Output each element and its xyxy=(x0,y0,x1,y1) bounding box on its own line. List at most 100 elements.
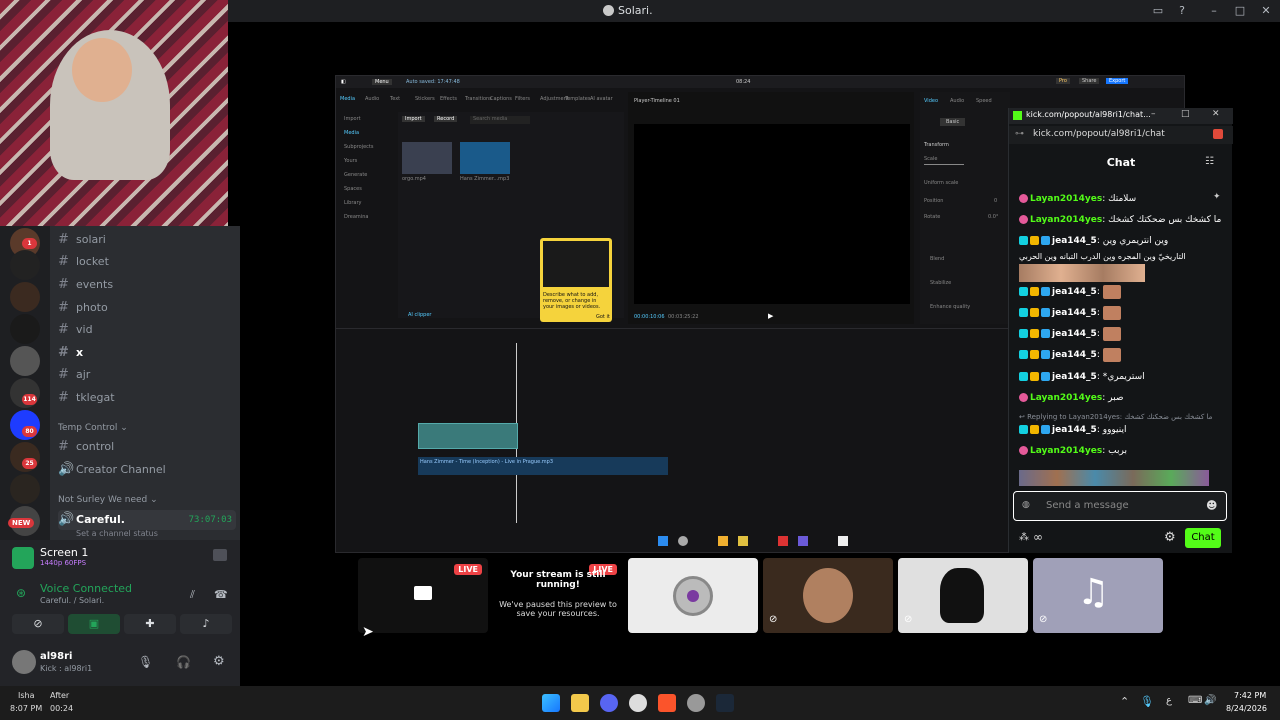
media-thumb-video[interactable] xyxy=(402,142,452,174)
pro-badge[interactable]: Pro xyxy=(1056,78,1070,84)
share-button[interactable]: Share xyxy=(1079,78,1100,84)
tray-mic-icon[interactable]: 🎙 xyxy=(1140,695,1154,708)
chat-message[interactable]: jea144_5: xyxy=(1019,283,1229,301)
stream-tile-paused[interactable]: LIVE Your stream is still running! We've… xyxy=(493,558,623,633)
video-clip[interactable] xyxy=(418,423,518,449)
chat-close-button[interactable]: ✕ xyxy=(1212,109,1220,119)
camera-button[interactable]: ⊘ xyxy=(12,614,64,634)
brave-icon[interactable] xyxy=(658,694,676,712)
chat-minimize-button[interactable]: – xyxy=(1151,109,1156,119)
tray-chevron-icon[interactable]: ⌃ xyxy=(1120,695,1129,708)
discord-icon[interactable] xyxy=(600,694,618,712)
soundboard-button[interactable]: ♪ xyxy=(180,614,232,634)
editor-left-menu-item[interactable]: Media xyxy=(344,130,359,136)
chat-send-button[interactable]: Chat xyxy=(1185,528,1221,548)
start-button[interactable] xyxy=(542,694,560,712)
network-icon[interactable]: ⌨ xyxy=(1188,695,1202,706)
editor-left-menu-item[interactable]: Import xyxy=(344,116,361,122)
channel-locket[interactable]: # locket xyxy=(58,252,236,272)
editor-tab[interactable]: Effects xyxy=(440,96,457,102)
editor-tab[interactable]: Audio xyxy=(365,96,379,102)
avatar[interactable] xyxy=(12,650,36,674)
editor-tab[interactable]: AI avatar xyxy=(590,96,613,102)
noise-suppression-icon[interactable]: ⫽ xyxy=(190,588,195,602)
stop-share-icon[interactable] xyxy=(213,549,227,561)
export-button[interactable]: Export xyxy=(1106,78,1129,84)
channel-status[interactable]: Set a channel status xyxy=(76,529,158,538)
chat-message[interactable]: Layan2014yes: بربب xyxy=(1019,442,1229,460)
chat-input[interactable]: ◍ Send a message ☻ xyxy=(1013,491,1227,521)
category-temp-control[interactable]: Temp Control ⌄ xyxy=(58,423,128,433)
share-screen-button[interactable]: ▣ xyxy=(68,614,120,634)
prop-tab-video[interactable]: Video xyxy=(924,98,938,104)
clock-date[interactable]: 8/24/2026 xyxy=(1226,704,1267,713)
editor-tab[interactable]: Stickers xyxy=(415,96,435,102)
channel-creator[interactable]: 🔊 Creator Channel xyxy=(58,460,236,480)
channel-ajr[interactable]: # ajr xyxy=(58,365,236,385)
prop-tab-speed[interactable]: Speed xyxy=(976,98,992,104)
channel-tklegat[interactable]: # tklegat xyxy=(58,388,236,408)
editor-tab[interactable]: Text xyxy=(390,96,400,102)
site-info-icon[interactable]: ⊶ xyxy=(1015,129,1024,139)
import-button[interactable]: Import xyxy=(402,116,425,122)
scale-slider[interactable] xyxy=(924,164,964,165)
close-button[interactable]: ✕ xyxy=(1258,3,1274,19)
audio-clip[interactable]: Hans Zimmer - Time (Inception) - Live in… xyxy=(418,457,668,475)
inbox-icon[interactable]: ▭ xyxy=(1150,3,1166,19)
chat-message[interactable]: Layan2014yes: صبر xyxy=(1019,389,1229,407)
help-icon[interactable]: ? xyxy=(1174,3,1190,19)
category-not-surley[interactable]: Not Surley We need ⌄ xyxy=(58,495,158,505)
brave-shield-icon[interactable] xyxy=(1213,129,1223,139)
editor-tab[interactable]: Transitions xyxy=(465,96,492,102)
stream-tile-screen[interactable]: LIVE xyxy=(358,558,488,633)
editor-menu[interactable]: Menu xyxy=(372,79,392,85)
chat-message[interactable]: Layan2014yes: سلامتك xyxy=(1019,190,1229,208)
editor-left-menu-item[interactable]: Dreamina xyxy=(344,214,368,220)
editor-left-menu-item[interactable]: Spaces xyxy=(344,186,362,192)
server-icon[interactable] xyxy=(10,314,40,344)
file-explorer-icon[interactable] xyxy=(571,694,589,712)
play-icon[interactable]: ▶ xyxy=(768,312,773,320)
stream-tile-user[interactable]: ♫ ⊘ xyxy=(1033,558,1163,633)
server-icon[interactable] xyxy=(10,474,40,504)
editor-tab[interactable]: Templates xyxy=(565,96,590,102)
media-search[interactable]: Search media xyxy=(470,116,530,124)
prop-stabilize[interactable]: Stabilize xyxy=(930,280,951,286)
steam-icon[interactable] xyxy=(716,694,734,712)
mic-icon[interactable]: 🎙 xyxy=(138,655,153,669)
editor-tab[interactable]: Captions xyxy=(490,96,512,102)
prop-position-value[interactable]: 0 xyxy=(994,198,997,204)
channel-vid[interactable]: # vid xyxy=(58,320,236,340)
server-icon[interactable] xyxy=(10,282,40,312)
channel-control[interactable]: # control xyxy=(58,437,236,457)
channel-x[interactable]: # x xyxy=(58,343,236,363)
channel-solari[interactable]: # solari xyxy=(58,230,236,250)
obs-icon[interactable] xyxy=(629,694,647,712)
minimize-button[interactable]: – xyxy=(1206,3,1222,19)
language-indicator[interactable]: ع xyxy=(1166,695,1172,706)
voice-connected-sub[interactable]: Careful. / Solari. xyxy=(40,596,104,605)
activities-button[interactable]: ✚ xyxy=(124,614,176,634)
editor-tab[interactable]: Filters xyxy=(515,96,530,102)
editor-left-menu-item[interactable]: Yours xyxy=(344,158,357,164)
clock-time[interactable]: 7:42 PM xyxy=(1234,691,1266,700)
chat-message[interactable]: jea144_5: xyxy=(1019,325,1229,343)
prop-blend[interactable]: Blend xyxy=(930,256,944,262)
tooltip-got-it[interactable]: Got it xyxy=(596,314,610,320)
server-icon[interactable] xyxy=(10,250,40,280)
chatgpt-icon[interactable] xyxy=(687,694,705,712)
emoji-icon[interactable]: ☻ xyxy=(1206,499,1217,512)
prop-rotate-value[interactable]: 0.0° xyxy=(988,214,998,220)
prop-tab-audio[interactable]: Audio xyxy=(950,98,964,104)
stream-tile-user[interactable]: ⊘ xyxy=(763,558,893,633)
chat-message[interactable]: jea144_5: *استريمري xyxy=(1019,368,1229,386)
prop-enhance[interactable]: Enhance quality xyxy=(930,304,970,310)
emote-bar[interactable] xyxy=(1019,470,1209,486)
channel-events[interactable]: # events xyxy=(58,275,236,295)
channel-photo[interactable]: # photo xyxy=(58,298,236,318)
editor-left-menu-item[interactable]: Library xyxy=(344,200,361,206)
chat-url[interactable]: kick.com/popout/al98ri1/chat xyxy=(1033,129,1165,139)
chat-message[interactable]: jea144_5: xyxy=(1019,304,1229,322)
editor-left-menu-item[interactable]: Generate xyxy=(344,172,367,178)
editor-left-menu-item[interactable]: Subprojects xyxy=(344,144,373,150)
